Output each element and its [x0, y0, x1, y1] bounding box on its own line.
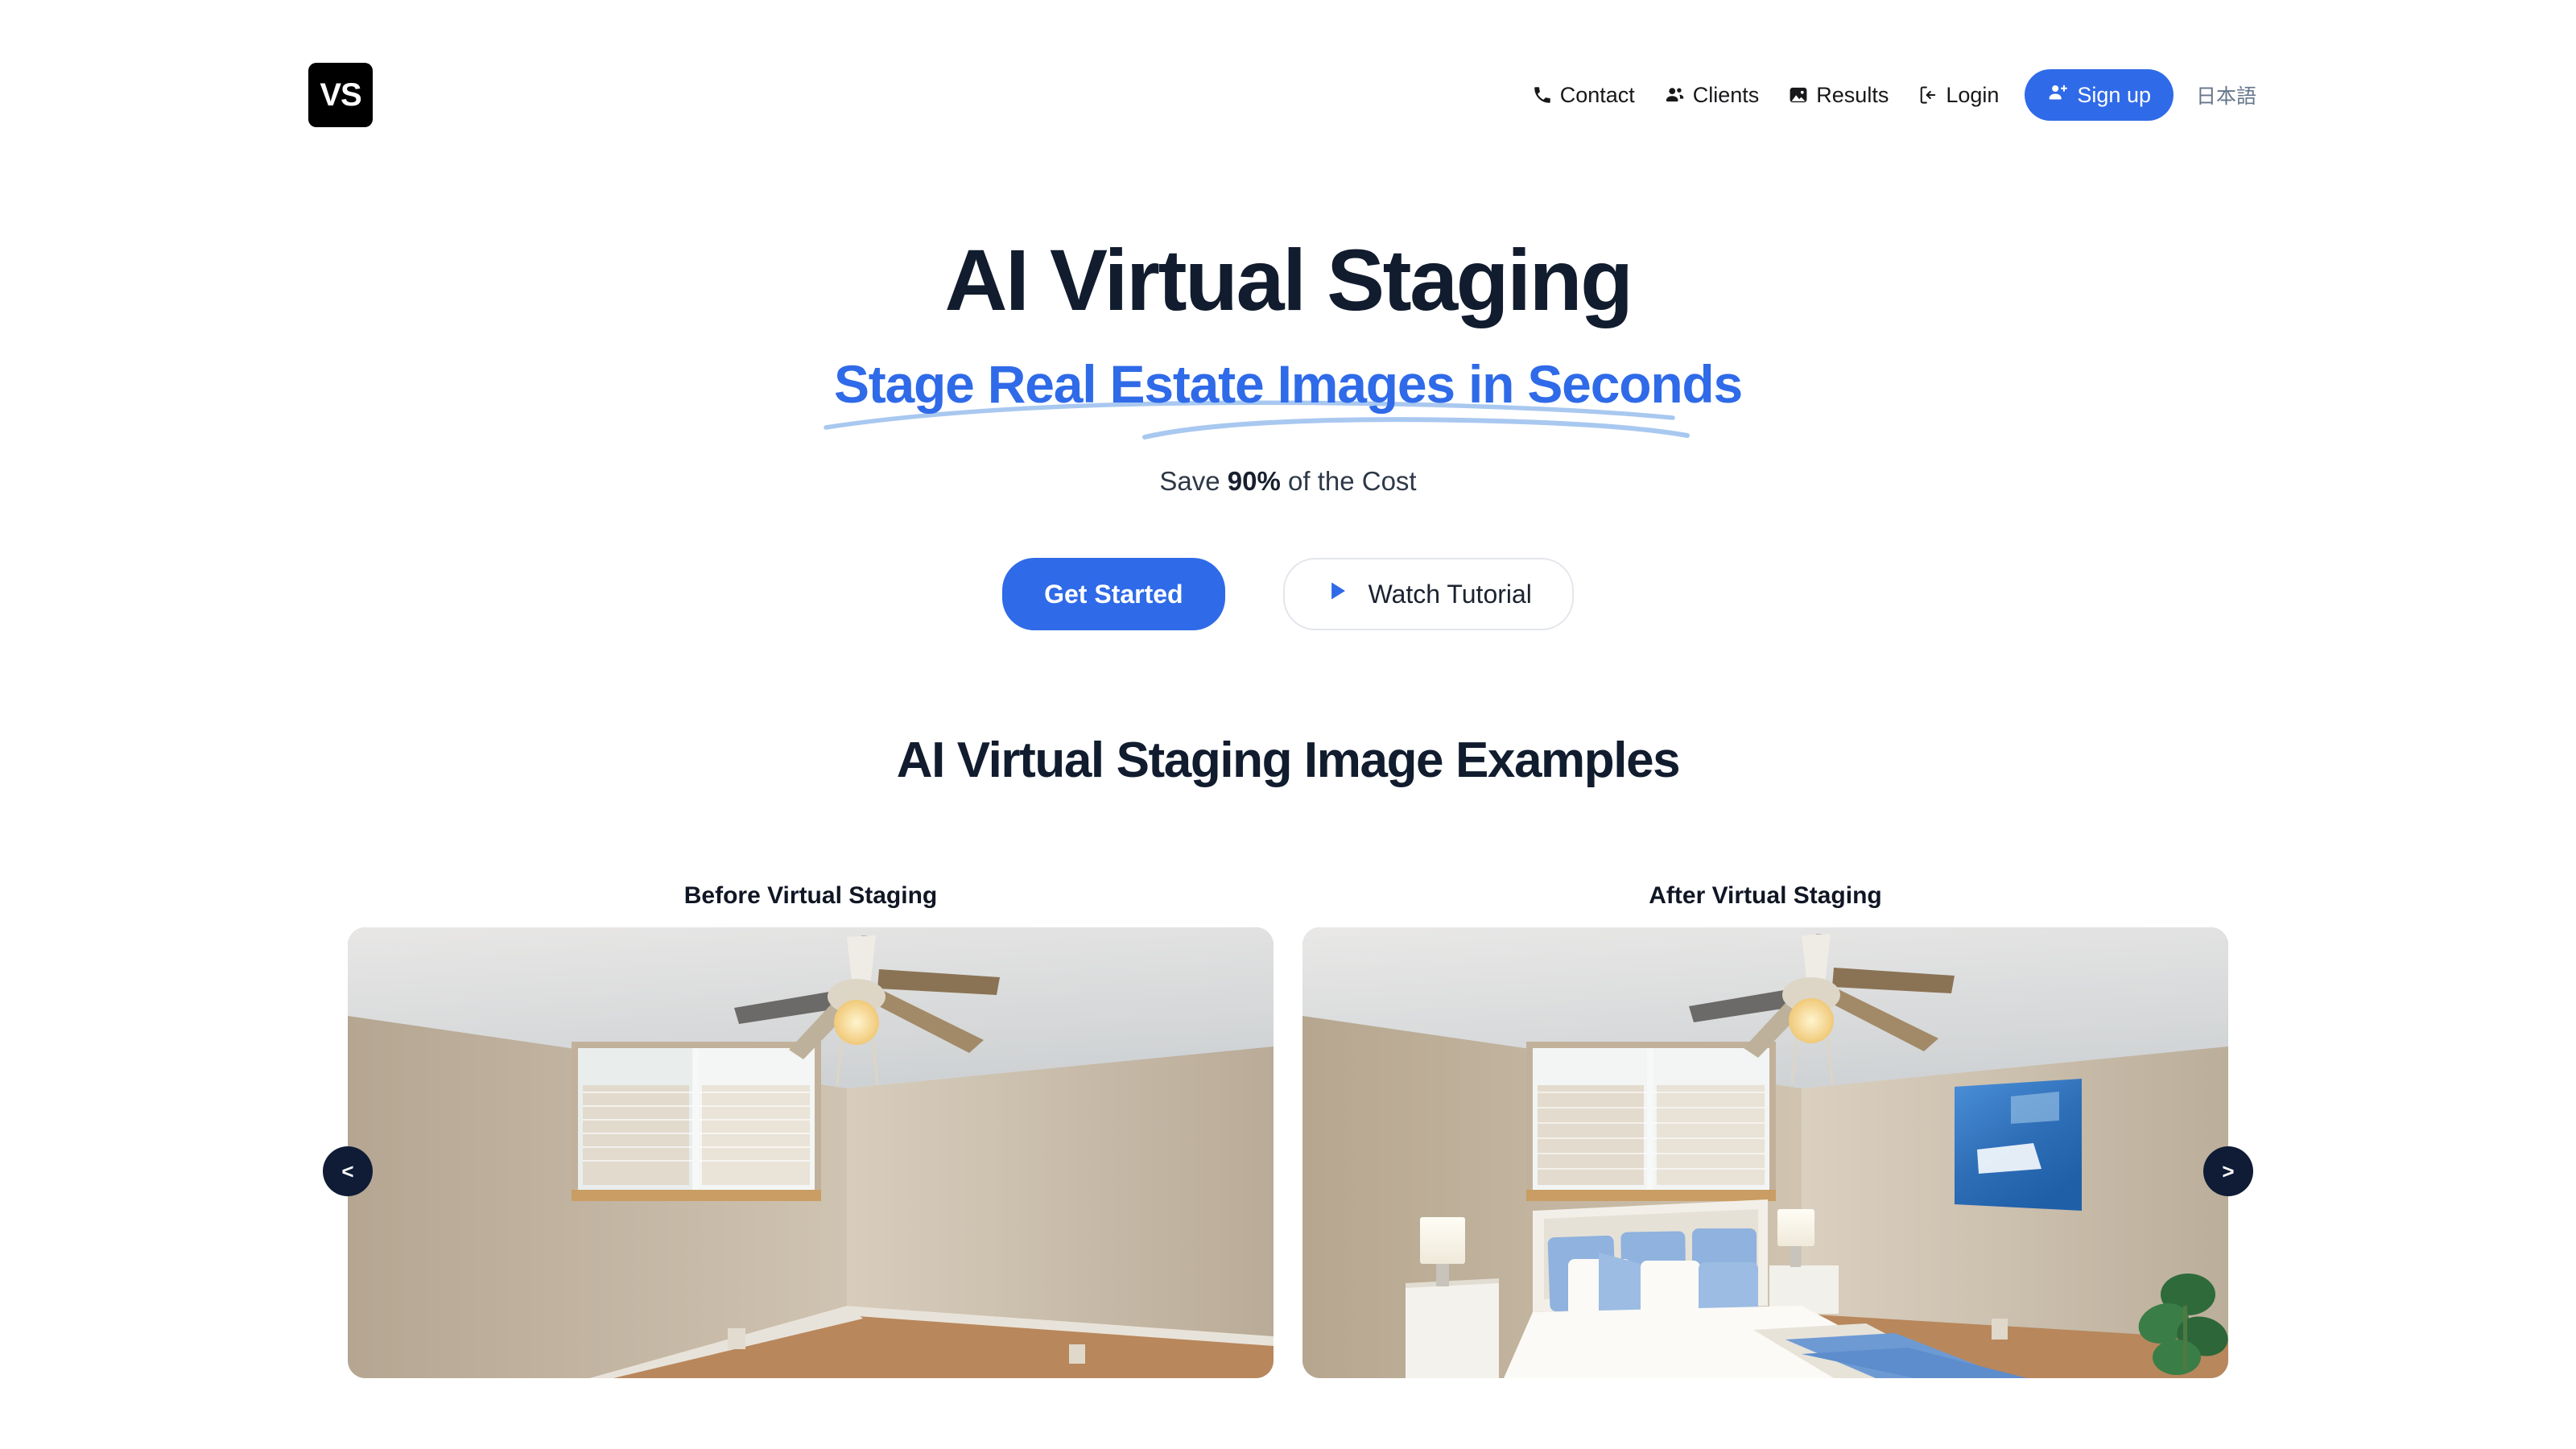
nav-item-label: Results	[1816, 82, 1889, 107]
hero-subtitle-wrapper: Stage Real Estate Images in Seconds	[824, 353, 1743, 440]
nav-item-clients[interactable]: Clients	[1649, 73, 1774, 117]
cta-button-row: Get Started Watch Tutorial	[0, 558, 2576, 631]
nav-item-label: Login	[1946, 82, 2000, 107]
watch-tutorial-button[interactable]: Watch Tutorial	[1282, 558, 1574, 631]
hero-tagline: Save 90% of the Cost	[0, 466, 2576, 497]
before-label: Before Virtual Staging	[683, 882, 938, 910]
get-started-button[interactable]: Get Started	[1002, 558, 1225, 631]
chevron-right-icon: >	[2222, 1158, 2235, 1183]
after-room-image	[1302, 927, 2228, 1379]
hero-section: AI Virtual Staging Stage Real Estate Ima…	[0, 153, 2576, 631]
sign-in-icon	[1918, 85, 1938, 105]
nav-item-login[interactable]: Login	[1903, 73, 2013, 117]
tagline-highlight: 90%	[1227, 466, 1281, 497]
language-switch-japanese[interactable]: 日本語	[2185, 80, 2268, 109]
brand-logo-text: VS	[320, 77, 361, 113]
examples-carousel: < >	[323, 927, 2253, 1379]
main-navigation: Contact Clients Results Login Sign up 日本…	[1517, 63, 2268, 127]
carousel-prev-button[interactable]: <	[323, 1146, 373, 1197]
tagline-suffix: of the Cost	[1280, 466, 1417, 497]
tagline-prefix: Save	[1159, 466, 1228, 497]
image-icon	[1788, 85, 1809, 105]
page-title: AI Virtual Staging	[944, 231, 1633, 328]
before-room-image	[348, 927, 1274, 1379]
before-label-column: Before Virtual Staging	[348, 882, 1274, 910]
nav-item-contact[interactable]: Contact	[1517, 73, 1649, 117]
nav-item-results[interactable]: Results	[1773, 73, 1903, 117]
sign-up-button[interactable]: Sign up	[2025, 69, 2174, 121]
watch-tutorial-label: Watch Tutorial	[1368, 579, 1532, 609]
sign-up-label: Sign up	[2077, 82, 2151, 107]
phone-icon	[1532, 85, 1553, 105]
person-plus-icon	[2047, 82, 2068, 109]
people-icon	[1664, 85, 1686, 105]
examples-labels-row: Before Virtual Staging After Virtual Sta…	[0, 882, 2576, 910]
examples-section: AI Virtual Staging Image Examples Before…	[0, 732, 2576, 1379]
examples-title: AI Virtual Staging Image Examples	[896, 733, 1681, 789]
chevron-left-icon: <	[341, 1158, 354, 1183]
play-icon	[1325, 579, 1349, 609]
site-header: VS Contact Clients Results Login Sign up…	[0, 0, 2576, 153]
brand-logo[interactable]: VS	[308, 63, 373, 127]
hero-subtitle: Stage Real Estate Images in Seconds	[833, 353, 1743, 414]
after-label: After Virtual Staging	[1649, 882, 1882, 910]
nav-item-label: Clients	[1692, 82, 1760, 107]
after-label-column: After Virtual Staging	[1302, 882, 2228, 910]
carousel-next-button[interactable]: >	[2203, 1146, 2253, 1197]
nav-item-label: Contact	[1559, 82, 1635, 107]
